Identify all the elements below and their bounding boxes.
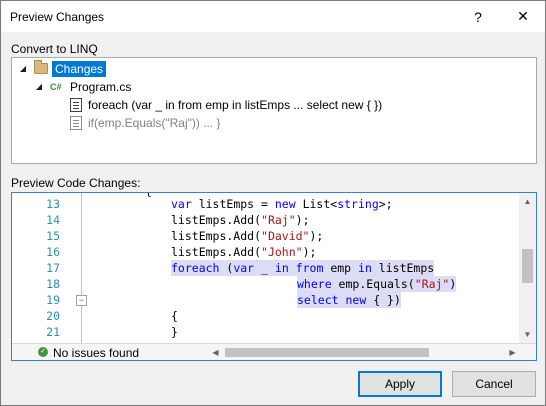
code-token: listEmps = (191, 197, 275, 211)
code-token: new (345, 293, 367, 307)
code-token: where (297, 277, 332, 291)
issues-status: No issues found (53, 346, 140, 360)
vertical-scroll-thumb[interactable] (522, 249, 533, 283)
fold-guide-line (81, 193, 82, 343)
tree-item-label[interactable]: if(emp.Equals("Raj")) ... } (88, 116, 221, 130)
code-token: from (295, 261, 324, 275)
code-token: in (358, 261, 372, 275)
editor-status-bar: ✓ No issues found ◀ ▶ (12, 343, 536, 360)
line-number: 14 (46, 213, 60, 227)
code-line-17: foreach (var _ in from emp in listEmps (171, 260, 435, 276)
cancel-button[interactable]: Cancel (452, 371, 536, 397)
tree-file-row[interactable]: ◢ C# Program.cs (34, 78, 131, 95)
expand-root-icon[interactable]: ◢ (18, 64, 28, 74)
scroll-up-icon[interactable]: ▲ (519, 193, 536, 210)
line-number: 20 (46, 309, 60, 323)
code-token: emp.Equals( (331, 277, 415, 291)
line-number: 16 (46, 245, 60, 259)
code-preview-editor[interactable]: { 13 14 15 16 17 18 19 20 21 − var listE… (11, 192, 537, 361)
code-token: var (171, 197, 192, 211)
code-line-18: where emp.Equals("Raj") (297, 276, 457, 292)
tree-file-label[interactable]: Program.cs (70, 80, 131, 94)
line-number: 15 (46, 229, 60, 243)
code-token: in (274, 261, 289, 275)
line-number: 19 (46, 293, 60, 307)
collapse-icon[interactable]: − (76, 295, 87, 306)
tree-root-row[interactable]: ◢ Changes (18, 60, 107, 77)
convert-label: Convert to LINQ (11, 42, 98, 56)
code-token: { }) (366, 293, 401, 307)
tree-root-label[interactable]: Changes (52, 60, 107, 77)
code-token: listEmps.Add( (171, 213, 262, 227)
code-token: select (297, 293, 339, 307)
horizontal-scrollbar[interactable]: ◀ ▶ (211, 344, 518, 360)
code-token: "Raj" (414, 277, 450, 291)
code-token: "John" (261, 245, 303, 259)
vertical-scrollbar[interactable]: ▲ ▼ (519, 193, 536, 343)
code-token: new (274, 197, 296, 211)
line-number: 13 (46, 197, 60, 211)
csharp-file-icon: C# (50, 81, 62, 92)
line-number-gutter: 13 14 15 16 17 18 19 20 21 (12, 193, 74, 343)
scroll-down-icon[interactable]: ▼ (519, 326, 536, 343)
close-button[interactable]: ✕ (501, 1, 545, 32)
code-token: ); (309, 229, 324, 243)
code-token: >; (378, 197, 393, 211)
code-doc-icon (70, 97, 82, 112)
expand-file-icon[interactable]: ◢ (34, 82, 44, 92)
scroll-right-icon[interactable]: ▶ (504, 344, 521, 360)
code-token: ( (219, 261, 234, 275)
code-token: listEmps.Add( (171, 245, 262, 259)
code-brace: { (145, 193, 152, 198)
window-title: Preview Changes (10, 10, 105, 24)
tree-item-label[interactable]: foreach (var _ in from emp in listEmps .… (88, 98, 382, 112)
code-token: List< (295, 197, 338, 211)
code-token: } (171, 325, 178, 339)
line-number: 18 (46, 277, 60, 291)
code-doc-icon (70, 115, 82, 130)
horizontal-scroll-thumb[interactable] (225, 348, 429, 357)
code-token: string (337, 197, 379, 211)
code-token: ); (302, 245, 317, 259)
apply-button[interactable]: Apply (358, 371, 442, 397)
code-line-14: listEmps.Add("Raj"); (171, 212, 310, 228)
folder-icon (34, 60, 48, 74)
code-token: emp (323, 261, 359, 275)
code-token: _ (254, 261, 275, 275)
code-line-16: listEmps.Add("John"); (171, 244, 316, 260)
code-line-19: select new { }) (297, 292, 401, 308)
code-token: "David" (261, 229, 310, 243)
code-token: var (233, 261, 255, 275)
preview-changes-dialog: Preview Changes ? ✕ Convert to LINQ ◢ Ch… (0, 0, 546, 406)
changes-tree[interactable]: ◢ Changes ◢ C# Program.cs foreach (var _… (11, 57, 537, 164)
line-number: 21 (46, 325, 60, 339)
tree-item-foreach[interactable]: foreach (var _ in from emp in listEmps .… (70, 96, 382, 113)
code-token: listEmps (371, 261, 435, 275)
code-line-13: var listEmps = new List<string>; (171, 196, 393, 212)
code-token: { (171, 309, 178, 323)
preview-label: Preview Code Changes: (11, 176, 141, 190)
title-bar: Preview Changes ? ✕ (1, 1, 545, 32)
help-button[interactable]: ? (456, 1, 500, 32)
code-token: listEmps.Add( (171, 229, 262, 243)
code-token: ); (295, 213, 310, 227)
code-token: "Raj" (261, 213, 296, 227)
code-line-20: { (171, 308, 178, 324)
check-circle-icon: ✓ (38, 347, 48, 357)
tree-item-if[interactable]: if(emp.Equals("Raj")) ... } (70, 114, 221, 131)
line-number: 17 (46, 261, 60, 275)
code-line-15: listEmps.Add("David"); (171, 228, 323, 244)
code-token: ) (449, 277, 457, 291)
scroll-left-icon[interactable]: ◀ (207, 344, 224, 360)
code-line-21: } (171, 324, 178, 340)
code-token: foreach (171, 261, 220, 275)
